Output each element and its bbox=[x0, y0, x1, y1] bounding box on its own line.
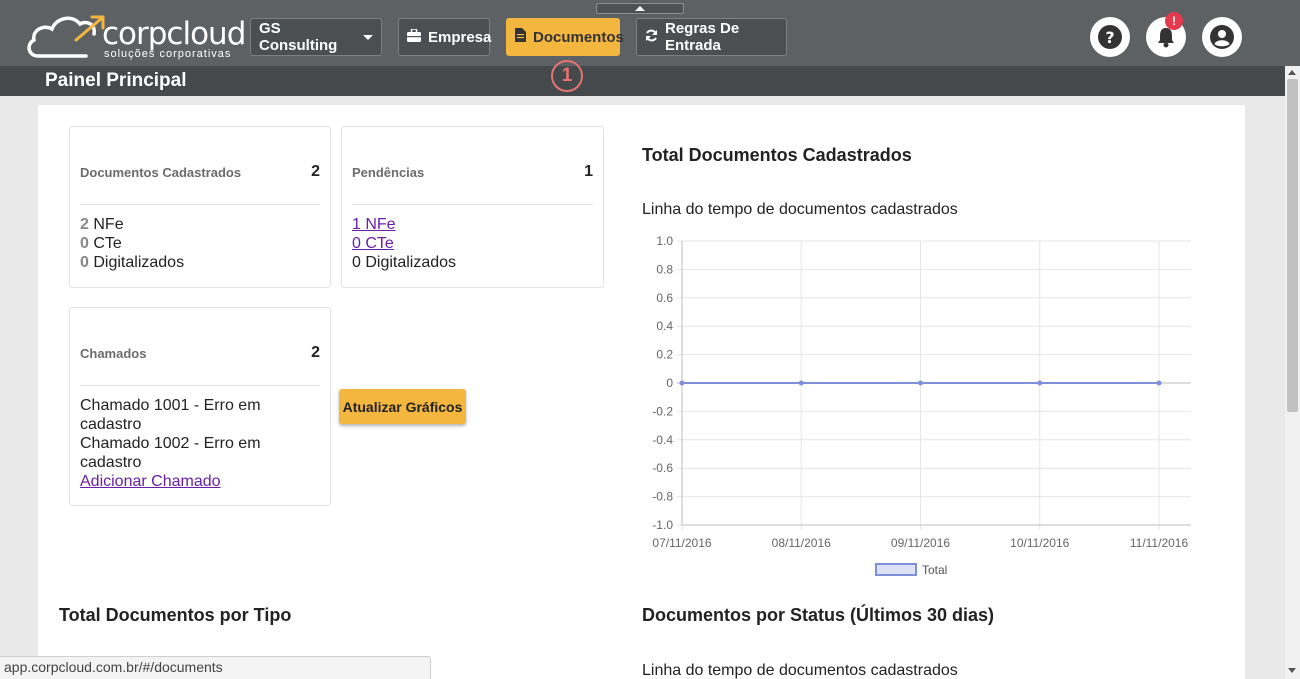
scroll-thumb[interactable] bbox=[1287, 79, 1298, 412]
documents-card-label: Documentos Cadastrados bbox=[80, 165, 242, 180]
brand-name: corpcloud bbox=[102, 16, 246, 52]
docs-dig-line: 0 Digitalizados bbox=[80, 253, 320, 272]
add-ticket-link[interactable]: Adicionar Chamado bbox=[80, 473, 221, 490]
pending-card-body: 1 NFe 0 CTe 0 Digitalizados bbox=[352, 215, 593, 272]
tickets-card-count: 2 bbox=[311, 344, 320, 361]
docs-nfe-label: NFe bbox=[93, 216, 124, 233]
x-tick-label: 08/11/2016 bbox=[772, 536, 831, 550]
nav-regras-label: Regras De Entrada bbox=[665, 20, 740, 54]
top-navbar: corpcloud soluções corporativas GS Consu… bbox=[0, 0, 1300, 66]
briefcase-icon bbox=[407, 27, 421, 46]
pending-card-count: 1 bbox=[584, 163, 593, 180]
data-point bbox=[798, 380, 804, 386]
status-chart-subtitle: Linha do tempo de documentos cadastrados bbox=[642, 662, 958, 679]
scroll-down-arrow-icon[interactable] bbox=[1288, 668, 1296, 673]
total-docs-title: Total Documentos Cadastrados bbox=[642, 145, 912, 165]
nav-empresa-label: Empresa bbox=[428, 28, 492, 46]
pending-card: Pendências 1 1 NFe 0 CTe 0 Digitalizados bbox=[341, 126, 604, 288]
question-icon: ? bbox=[1098, 25, 1122, 49]
y-tick-label: 0.6 bbox=[656, 291, 673, 305]
update-charts-button[interactable]: Atualizar Gráficos bbox=[339, 389, 466, 424]
notification-badge: ! bbox=[1165, 12, 1183, 30]
pending-cte-link[interactable]: 0 CTe bbox=[352, 235, 394, 252]
status-title: Documentos por Status (Últimos 30 dias) bbox=[642, 605, 995, 625]
tickets-card-header: Chamados 2 bbox=[80, 338, 320, 386]
pending-card-header: Pendências 1 bbox=[352, 157, 593, 205]
y-tick-label: -0.8 bbox=[652, 490, 673, 504]
docs-cte-label: CTe bbox=[93, 235, 122, 252]
documents-card-count: 2 bbox=[311, 163, 320, 180]
docs-cte-line: 0 CTe bbox=[80, 234, 320, 253]
step-marker: 1 bbox=[551, 60, 583, 92]
status-url-bar: app.corpcloud.com.br/#/documents bbox=[0, 656, 431, 679]
docs-cte-count: 0 bbox=[80, 235, 89, 252]
ticket-item: Chamado 1001 - Erro em cadastro bbox=[80, 397, 261, 433]
user-icon bbox=[1210, 25, 1234, 49]
x-tick-label: 09/11/2016 bbox=[891, 536, 950, 550]
data-point bbox=[1037, 380, 1043, 386]
document-icon bbox=[515, 28, 526, 46]
company-select[interactable]: GS Consulting bbox=[250, 18, 382, 56]
user-menu-button[interactable] bbox=[1202, 17, 1242, 57]
y-tick-label: 0.2 bbox=[656, 348, 673, 362]
tickets-card: Chamados 2 Chamado 1001 - Erro em cadast… bbox=[69, 307, 331, 506]
notifications-button[interactable]: ! bbox=[1146, 12, 1186, 57]
help-button[interactable]: ? bbox=[1090, 17, 1130, 57]
documents-timeline-chart: 1.0 0.8 0.6 0.4 0.2 0 -0.2 -0.4 -0.6 -0.8 -1.0 07/1… bbox=[652, 234, 1191, 577]
ticket-item: Chamado 1002 - Erro em cadastro bbox=[80, 435, 261, 471]
svg-text:?: ? bbox=[1105, 28, 1114, 47]
nav-regras-button[interactable]: Regras De Entrada bbox=[636, 18, 787, 56]
tickets-card-body: Chamado 1001 - Erro em cadastro Chamado … bbox=[80, 396, 320, 491]
documents-card: Documentos Cadastrados 2 2 NFe 0 CTe 0 D… bbox=[69, 126, 331, 288]
nav-documentos-label: Documentos bbox=[533, 28, 624, 46]
data-point bbox=[679, 380, 685, 386]
data-point bbox=[918, 380, 923, 386]
collapse-handle[interactable] bbox=[596, 3, 684, 14]
docs-nfe-line: 2 NFe bbox=[80, 215, 320, 234]
scroll-up-arrow-icon[interactable] bbox=[1288, 70, 1296, 75]
company-select-label: GS Consulting bbox=[259, 20, 338, 54]
y-tick-label: -1.0 bbox=[652, 518, 673, 532]
x-tick-label: 11/11/2016 bbox=[1130, 536, 1189, 550]
y-tick-label: -0.2 bbox=[652, 404, 673, 418]
brand-tagline: soluções corporativas bbox=[104, 48, 232, 60]
legend-label: Total bbox=[922, 563, 947, 577]
nav-empresa-button[interactable]: Empresa bbox=[398, 18, 492, 56]
corpcloud-logo[interactable]: corpcloud soluções corporativas bbox=[26, 10, 246, 62]
refresh-icon bbox=[645, 29, 658, 46]
pending-dig-line: 0 Digitalizados bbox=[352, 254, 457, 271]
docs-dig-count: 0 bbox=[80, 254, 89, 271]
docs-nfe-count: 2 bbox=[80, 216, 89, 233]
title-bar: Painel Principal bbox=[0, 66, 1285, 96]
y-tick-label: -0.6 bbox=[652, 461, 673, 475]
x-tick-label: 07/11/2016 bbox=[652, 536, 711, 550]
y-tick-label: -0.4 bbox=[652, 433, 673, 447]
pending-nfe-link[interactable]: 1 NFe bbox=[352, 216, 396, 233]
y-tick-label: 0 bbox=[666, 376, 673, 390]
chart-title: Linha do tempo de documentos cadastrados bbox=[642, 201, 958, 218]
documents-card-header: Documentos Cadastrados 2 bbox=[80, 157, 320, 205]
legend-swatch bbox=[875, 563, 917, 576]
y-tick-label: 1.0 bbox=[656, 234, 673, 248]
nav-documentos-button[interactable]: Documentos bbox=[506, 18, 624, 56]
docs-dig-label: Digitalizados bbox=[93, 254, 185, 271]
page-title: Painel Principal bbox=[45, 70, 187, 91]
documents-card-body: 2 NFe 0 CTe 0 Digitalizados bbox=[80, 215, 320, 272]
x-tick-label: 10/11/2016 bbox=[1010, 536, 1069, 550]
y-tick-label: 0.8 bbox=[656, 262, 673, 276]
data-point bbox=[1156, 380, 1162, 386]
page-scrollbar[interactable] bbox=[1285, 66, 1300, 679]
tickets-card-label: Chamados bbox=[80, 346, 147, 361]
pending-card-label: Pendências bbox=[352, 165, 425, 180]
caret-down-icon bbox=[363, 34, 373, 40]
y-tick-label: 0.4 bbox=[656, 319, 673, 333]
total-by-type-title: Total Documentos por Tipo bbox=[59, 605, 292, 625]
cloud-logo-icon bbox=[27, 15, 105, 58]
